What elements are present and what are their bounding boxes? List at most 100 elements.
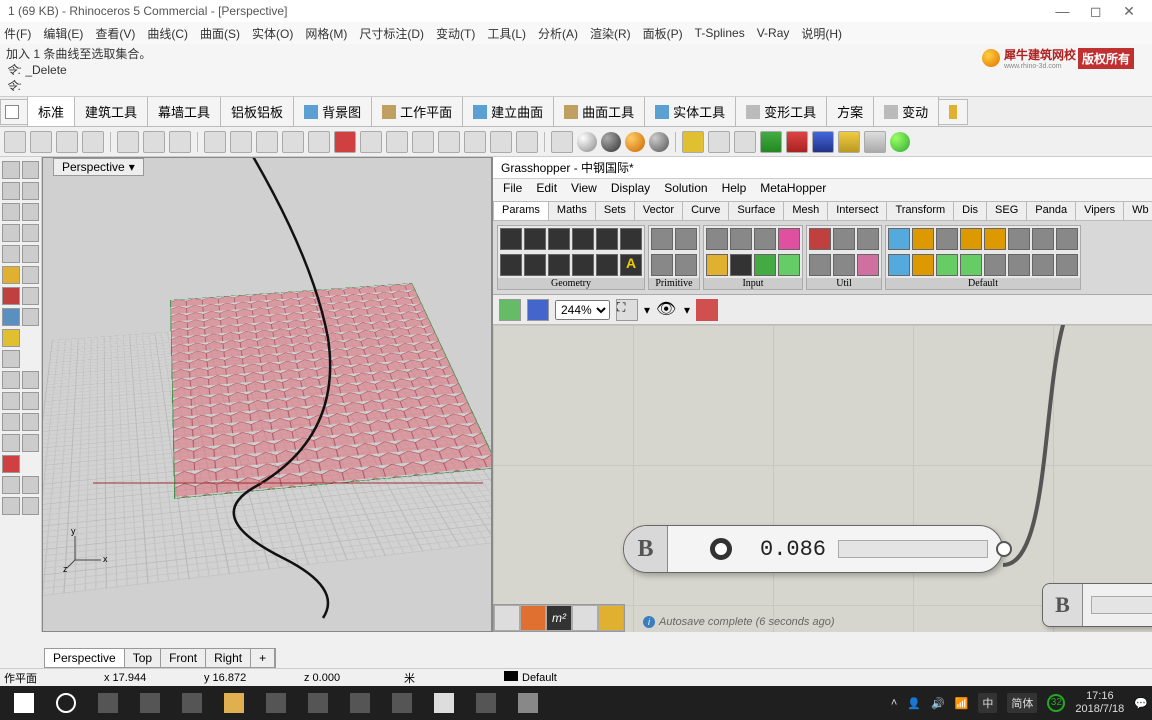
gh-save-icon[interactable]	[527, 299, 549, 321]
gh-tab-wb[interactable]: Wb	[1123, 201, 1152, 221]
gh-comp-icon[interactable]	[1056, 254, 1078, 276]
tray-badge[interactable]: 32	[1047, 694, 1065, 712]
new-button[interactable]	[4, 131, 26, 153]
task-cortana[interactable]	[46, 688, 86, 718]
gh-button-3[interactable]	[734, 131, 756, 153]
array-tool[interactable]	[2, 497, 20, 515]
gh-comp-icon[interactable]	[548, 254, 570, 276]
color-blue[interactable]	[812, 131, 834, 153]
gh-tab-surface[interactable]: Surface	[728, 201, 784, 221]
minimize-button[interactable]: —	[1047, 3, 1077, 19]
close-button[interactable]: ✕	[1114, 3, 1144, 20]
maximize-button[interactable]: ◻	[1081, 3, 1111, 20]
zoom-extents-button[interactable]	[282, 131, 304, 153]
gh-comp-icon[interactable]	[524, 228, 546, 250]
slider-knob[interactable]	[710, 538, 732, 560]
gh-number-slider[interactable]: B 0.086	[623, 525, 1003, 573]
split-tool[interactable]	[22, 434, 40, 452]
tab-standard[interactable]: 标准	[27, 97, 75, 127]
tab-solid[interactable]: 实体工具	[644, 97, 736, 127]
gh-zoomfit-icon[interactable]: ⛶	[616, 299, 638, 321]
lasso-tool[interactable]	[22, 161, 40, 179]
array2-tool[interactable]	[22, 497, 40, 515]
gh-comp-icon[interactable]	[500, 254, 522, 276]
gh-comp-icon[interactable]	[888, 254, 910, 276]
gh-zoom-dropdown-icon[interactable]: ▾	[644, 303, 650, 317]
color-grey[interactable]	[864, 131, 886, 153]
viewport-perspective[interactable]: Perspective▾ y x z	[42, 157, 492, 632]
tray-notifications-icon[interactable]: 💬	[1134, 697, 1148, 710]
tray-up-icon[interactable]: ˄	[891, 697, 897, 709]
menu-surface[interactable]: 曲面(S)	[200, 25, 240, 42]
gh-comp-icon[interactable]	[1032, 228, 1054, 250]
lock-button[interactable]	[516, 131, 538, 153]
task-app-1[interactable]	[130, 688, 170, 718]
gh-tab-mesh[interactable]: Mesh	[783, 201, 828, 221]
gh-tab-seg[interactable]: SEG	[986, 201, 1027, 221]
tray-wifi-icon[interactable]: 📶	[955, 697, 969, 710]
gh-menu-edit[interactable]: Edit	[536, 181, 557, 199]
menu-analyze[interactable]: 分析(A)	[538, 25, 578, 42]
task-rhino[interactable]	[508, 688, 548, 718]
grasshopper-launch-icon[interactable]	[890, 132, 910, 152]
zoom-window-button[interactable]	[308, 131, 330, 153]
ungroup-tool[interactable]	[22, 476, 40, 494]
vp-tab-front[interactable]: Front	[161, 649, 206, 667]
pan-button[interactable]	[204, 131, 226, 153]
status-layer[interactable]: Default	[504, 671, 584, 684]
gh-comp-icon[interactable]	[675, 254, 697, 276]
gh-tab-vipers[interactable]: Vipers	[1075, 201, 1124, 221]
command-entry[interactable]: _Delete	[25, 62, 66, 78]
mirror-tool[interactable]	[22, 413, 40, 431]
tab-deform[interactable]: 变形工具	[735, 97, 827, 127]
gh-comp-icon[interactable]	[620, 228, 642, 250]
gh-comp-icon[interactable]	[524, 254, 546, 276]
dim-tool[interactable]	[2, 350, 20, 368]
color-red[interactable]	[786, 131, 808, 153]
task-app-3[interactable]	[256, 688, 296, 718]
task-app-6[interactable]	[382, 688, 422, 718]
gh-tab-params[interactable]: Params	[493, 201, 549, 221]
menu-panel[interactable]: 面板(P)	[643, 25, 683, 42]
curve-tool[interactable]	[2, 245, 20, 263]
color-yellow[interactable]	[838, 131, 860, 153]
viewport-title[interactable]: Perspective▾	[53, 158, 144, 176]
gh-settings-button[interactable]	[682, 131, 704, 153]
text2-tool[interactable]	[22, 371, 40, 389]
tool-c[interactable]	[438, 131, 460, 153]
gh-comp-icon[interactable]	[809, 254, 831, 276]
tab-move[interactable]: 变动	[873, 97, 939, 127]
trim-tool[interactable]	[2, 434, 20, 452]
rotate-tool[interactable]	[22, 392, 40, 410]
gh-menu-help[interactable]: Help	[722, 181, 747, 199]
gh-hex-icon[interactable]	[572, 605, 598, 631]
layer-button[interactable]	[551, 131, 573, 153]
task-view[interactable]	[88, 688, 128, 718]
solid2-tool[interactable]	[22, 287, 40, 305]
gh-comp-icon[interactable]	[548, 228, 570, 250]
gh-comp-icon[interactable]	[984, 254, 1006, 276]
cut-button[interactable]	[117, 131, 139, 153]
slider2-track[interactable]	[1091, 596, 1152, 614]
explode-tool[interactable]	[2, 329, 20, 347]
gh-tab-panda[interactable]: Panda	[1026, 201, 1076, 221]
gh-button-2[interactable]	[708, 131, 730, 153]
surf2-tool[interactable]	[22, 266, 40, 284]
zoom-button[interactable]	[230, 131, 252, 153]
gh-tab-dis[interactable]: Dis	[953, 201, 987, 221]
gh-comp-icon[interactable]	[888, 228, 910, 250]
tab-build[interactable]: 建筑工具	[74, 97, 148, 127]
tray-ime-mode[interactable]: 简体	[1007, 693, 1037, 713]
gh-tab-maths[interactable]: Maths	[548, 201, 596, 221]
rect-tool[interactable]	[2, 224, 20, 242]
gh-comp-icon[interactable]	[754, 254, 776, 276]
solid-tool[interactable]	[2, 287, 20, 305]
gh-comp-icon[interactable]	[857, 228, 879, 250]
tab-alum[interactable]: 铝板铝板	[220, 97, 294, 127]
gh-cube-icon[interactable]	[520, 605, 546, 631]
menu-vray[interactable]: V-Ray	[757, 26, 790, 40]
paste-button[interactable]	[169, 131, 191, 153]
menu-dim[interactable]: 尺寸标注(D)	[359, 25, 424, 42]
vp-tab-perspective[interactable]: Perspective	[45, 649, 125, 667]
gh-comp-icon[interactable]	[984, 228, 1006, 250]
